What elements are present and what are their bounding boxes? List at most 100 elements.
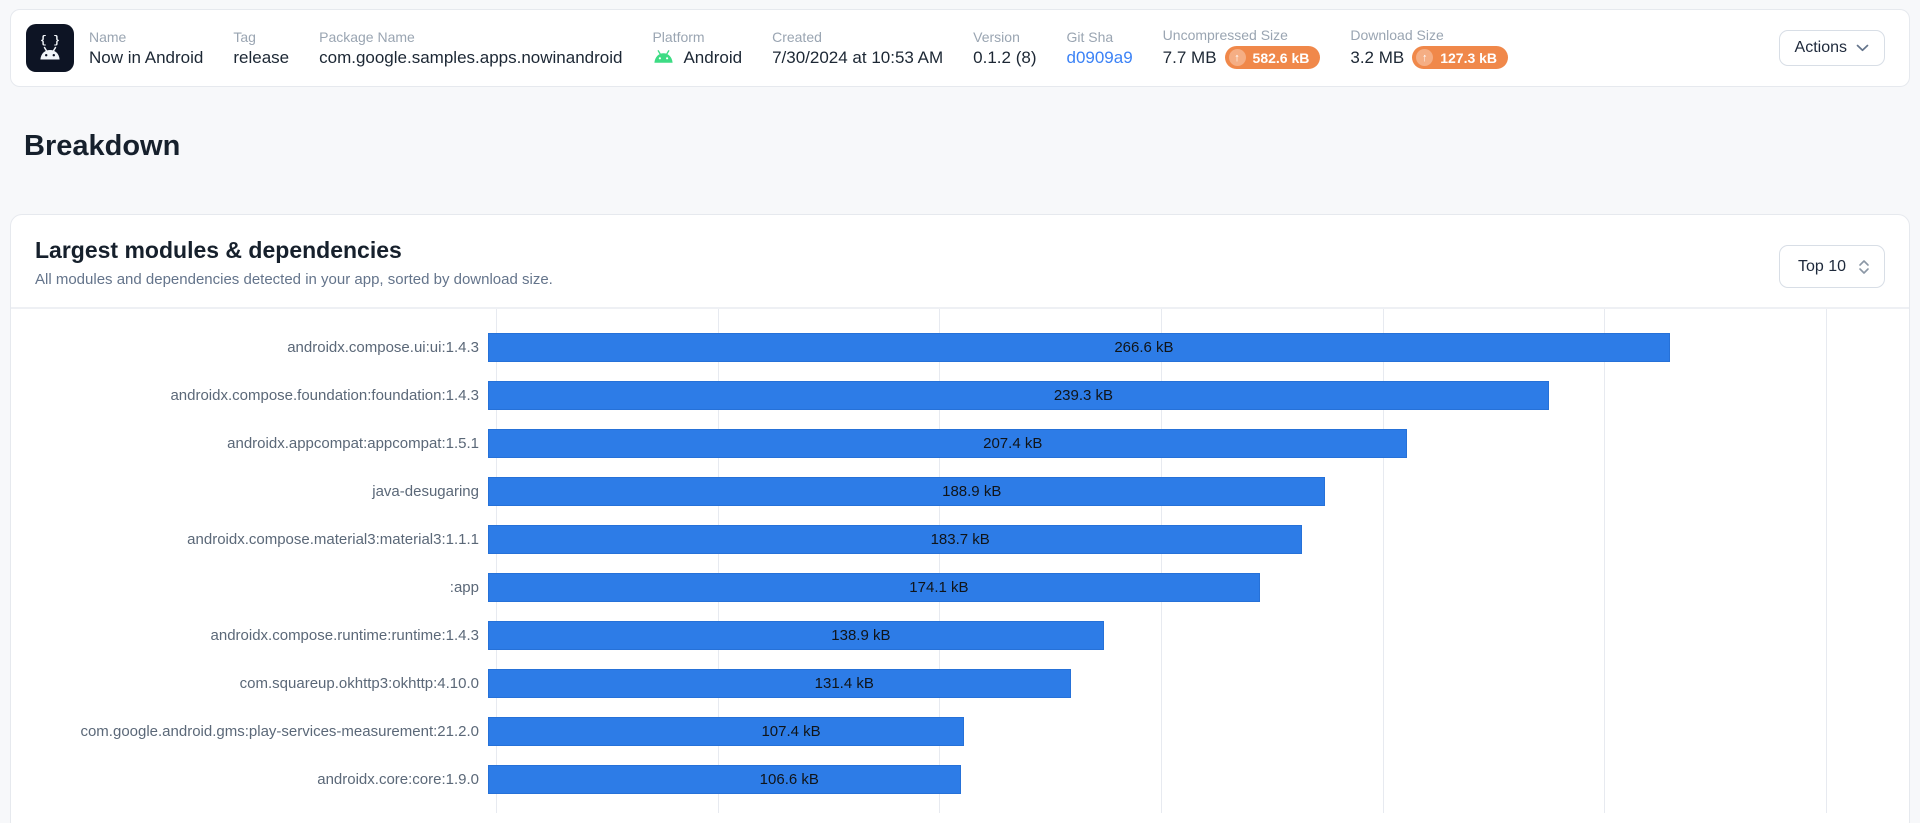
up-arrow-icon: ↑ — [1416, 49, 1433, 66]
module-name-label: androidx.compose.foundation:foundation:1… — [19, 387, 479, 404]
module-name-label: androidx.core:core:1.9.0 — [19, 771, 479, 788]
bar-track: 188.9 kB — [488, 477, 1818, 506]
header-field-value: 7/30/2024 at 10:53 AM — [772, 48, 943, 68]
bar-track: 107.4 kB — [488, 717, 1818, 746]
header-field-label: Download Size — [1350, 27, 1508, 43]
chart-row: androidx.compose.runtime:runtime:1.4.3 13… — [19, 611, 1909, 659]
chart-row: androidx.compose.foundation:foundation:1… — [19, 371, 1909, 419]
module-name-label: androidx.compose.material3:material3:1.1… — [19, 531, 479, 548]
bar-track: 207.4 kB — [488, 429, 1818, 458]
chart-row: com.google.android.gms:play-services-mea… — [19, 707, 1909, 755]
card-subtitle: All modules and dependencies detected in… — [35, 271, 1885, 288]
chart-row: androidx.appcompat:appcompat:1.5.1 207.4 … — [19, 419, 1909, 467]
largest-modules-card: Largest modules & dependencies All modul… — [10, 214, 1910, 823]
module-size-bar[interactable]: 207.4 kB — [488, 429, 1407, 458]
module-size-bar[interactable]: 266.6 kB — [488, 333, 1670, 362]
header-field-value: 3.2 MB — [1350, 48, 1404, 68]
module-size-bar[interactable]: 138.9 kB — [488, 621, 1104, 650]
module-size-value: 188.9 kB — [942, 483, 1001, 500]
modules-bar-chart: androidx.compose.ui:ui:1.4.3266.6 kBandr… — [11, 309, 1909, 813]
chart-row: java-desugaring 188.9 kB — [19, 467, 1909, 515]
module-name-label: java-desugaring — [19, 483, 479, 500]
module-size-bar[interactable]: 107.4 kB — [488, 717, 964, 746]
module-size-bar[interactable]: 174.1 kB — [488, 573, 1260, 602]
header-field: Package Name com.google.samples.apps.nowi… — [319, 29, 622, 68]
module-name-label: androidx.compose.runtime:runtime:1.4.3 — [19, 627, 479, 644]
bar-track: 106.6 kB — [488, 765, 1818, 794]
module-size-value: 106.6 kB — [760, 771, 819, 788]
module-size-bar[interactable]: 106.6 kB — [488, 765, 961, 794]
header-field-value-row: 0.1.2 (8) — [973, 48, 1036, 68]
header-field: Platform Android — [652, 29, 742, 68]
module-size-bar[interactable]: 188.9 kB — [488, 477, 1325, 506]
module-name-label: com.google.android.gms:play-services-mea… — [19, 723, 479, 740]
actions-button[interactable]: Actions — [1779, 30, 1885, 66]
page-title: Breakdown — [24, 127, 1920, 165]
header-field-value-row: d0909a9 — [1066, 48, 1132, 68]
header-field-value: Android — [683, 48, 742, 68]
app-icon: { } — [26, 24, 74, 72]
top-n-select-value: Top 10 — [1798, 258, 1846, 276]
header-field: Download Size 3.2 MB ↑ 127.3 kB — [1350, 27, 1508, 69]
header-field-value-row: Android — [652, 48, 742, 68]
header-field: Tag release — [233, 29, 289, 68]
header-field: Uncompressed Size 7.7 MB↑582.6 kB — [1163, 27, 1321, 69]
header-field: Created 7/30/2024 at 10:53 AM — [772, 29, 943, 68]
bar-track: 266.6 kB — [488, 333, 1818, 362]
size-delta-value: 127.3 kB — [1440, 50, 1497, 66]
header-field-label: Git Sha — [1066, 29, 1132, 45]
header-field-label: Uncompressed Size — [1163, 27, 1321, 43]
module-size-bar[interactable]: 239.3 kB — [488, 381, 1549, 410]
chart-row: :app 174.1 kB — [19, 563, 1909, 611]
header-field-value: Now in Android — [89, 48, 203, 68]
chevron-down-icon — [1856, 44, 1869, 52]
chart-row: com.squareup.okhttp3:okhttp:4.10.0 131.4 … — [19, 659, 1909, 707]
size-delta-badge: ↑ 127.3 kB — [1412, 46, 1508, 69]
module-size-value: 131.4 kB — [815, 675, 874, 692]
header-field-label: Name — [89, 29, 203, 45]
header-field-value: release — [233, 48, 289, 68]
bar-track: 174.1 kB — [488, 573, 1818, 602]
module-size-value: 183.7 kB — [931, 531, 990, 548]
up-down-chevrons-icon — [1858, 259, 1870, 275]
module-size-value: 138.9 kB — [831, 627, 890, 644]
header-field-label: Created — [772, 29, 943, 45]
top-n-select[interactable]: Top 10 — [1779, 245, 1885, 288]
package-header-bar: { } Name Now in Android Tag release Package … — [10, 9, 1910, 87]
header-field-value-row: release — [233, 48, 289, 68]
module-size-bar[interactable]: 183.7 kB — [488, 525, 1302, 554]
card-title: Largest modules & dependencies — [35, 237, 1885, 264]
header-field-label: Version — [973, 29, 1036, 45]
module-size-bar[interactable]: 131.4 kB — [488, 669, 1071, 698]
module-name-label: :app — [19, 579, 479, 596]
module-name-label: androidx.appcompat:appcompat:1.5.1 — [19, 435, 479, 452]
module-size-value: 239.3 kB — [1054, 387, 1113, 404]
chart-row: androidx.core:core:1.9.0 106.6 kB — [19, 755, 1909, 803]
size-delta-value: 582.6 kB — [1253, 50, 1310, 66]
module-size-value: 207.4 kB — [983, 435, 1042, 452]
bar-track: 138.9 kB — [488, 621, 1818, 650]
card-header: Largest modules & dependencies All modul… — [11, 215, 1909, 309]
header-field-label: Tag — [233, 29, 289, 45]
header-field-value-row: com.google.samples.apps.nowinandroid — [319, 48, 622, 68]
git-sha-link[interactable]: d0909a9 — [1066, 48, 1132, 68]
header-field: Version 0.1.2 (8) — [973, 29, 1036, 68]
header-fields: Name Now in Android Tag release Package Name… — [89, 27, 1508, 69]
module-name-label: com.squareup.okhttp3:okhttp:4.10.0 — [19, 675, 479, 692]
bar-track: 239.3 kB — [488, 381, 1818, 410]
module-size-value: 107.4 kB — [761, 723, 820, 740]
chart-row: androidx.compose.ui:ui:1.4.3 266.6 kB — [19, 323, 1909, 371]
header-field-value: 7.7 MB — [1163, 48, 1217, 68]
module-name-label: androidx.compose.ui:ui:1.4.3 — [19, 339, 479, 356]
module-size-value: 266.6 kB — [1114, 339, 1173, 356]
svg-text:{ }: { } — [40, 35, 60, 47]
android-icon — [652, 50, 675, 66]
header-field-value-row: 7/30/2024 at 10:53 AM — [772, 48, 943, 68]
header-field: Git Sha d0909a9 — [1066, 29, 1132, 68]
header-field-label: Platform — [652, 29, 742, 45]
header-field-label: Package Name — [319, 29, 622, 45]
actions-button-label: Actions — [1795, 39, 1847, 57]
header-field: Name Now in Android — [89, 29, 203, 68]
header-field-value-row: 7.7 MB↑582.6 kB — [1163, 46, 1321, 69]
bar-track: 131.4 kB — [488, 669, 1818, 698]
